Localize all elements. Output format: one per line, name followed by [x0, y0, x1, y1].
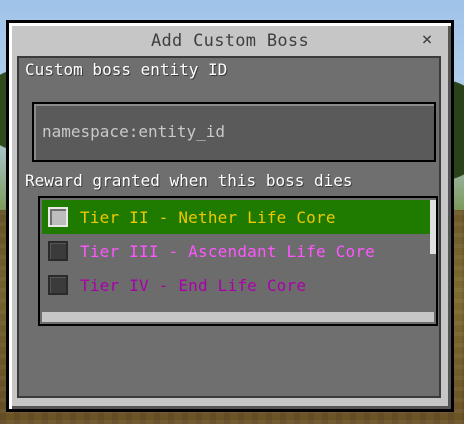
reward-list-items: Tier II - Nether Life Core Tier III - As… — [42, 200, 432, 302]
list-scrollbar[interactable] — [430, 200, 436, 254]
reward-option-label: Tier IV - End Life Core — [80, 275, 307, 295]
reward-option-label: Tier III - Ascendant Life Core — [80, 241, 375, 261]
checkbox[interactable] — [48, 207, 68, 227]
entity-id-label: Custom boss entity ID — [25, 60, 228, 79]
entity-id-field[interactable]: namespace:entity_id — [32, 102, 436, 162]
checkbox[interactable] — [48, 275, 68, 295]
checkbox[interactable] — [48, 241, 68, 261]
list-bottom-bar — [42, 312, 434, 322]
reward-option-label: Tier II - Nether Life Core — [80, 207, 336, 227]
reward-option-tier-iv[interactable]: Tier IV - End Life Core — [42, 268, 432, 302]
close-icon[interactable]: × — [417, 29, 437, 51]
reward-list[interactable]: Tier II - Nether Life Core Tier III - As… — [38, 196, 438, 326]
reward-label: Reward granted when this boss dies — [25, 171, 353, 190]
entity-id-placeholder: namespace:entity_id — [42, 122, 226, 141]
dialog-title: Add Custom Boss — [150, 31, 310, 51]
add-custom-boss-dialog: Add Custom Boss × Custom boss entity ID … — [6, 20, 454, 412]
reward-option-tier-iii[interactable]: Tier III - Ascendant Life Core — [42, 234, 432, 268]
reward-option-tier-ii[interactable]: Tier II - Nether Life Core — [42, 200, 432, 234]
